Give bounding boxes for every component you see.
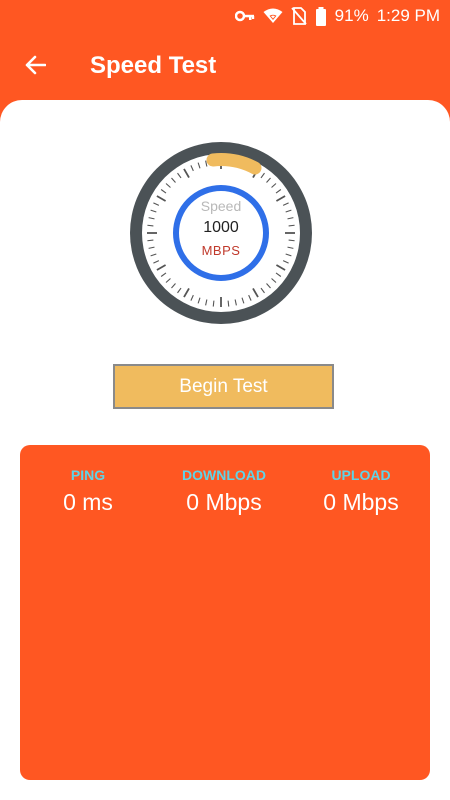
no-sim-icon <box>290 7 307 25</box>
speed-gauge-dial <box>130 142 312 324</box>
main-card: Speed 1000 MBPS Begin Test PING 0 ms DOW… <box>0 100 450 800</box>
gauge-tick <box>147 224 154 227</box>
download-value: 0 Mbps <box>186 489 262 515</box>
page-title: Speed Test <box>90 52 217 79</box>
results-panel: PING 0 ms DOWNLOAD 0 Mbps UPLOAD 0 Mbps <box>20 445 430 780</box>
arrow-back-icon <box>24 55 47 80</box>
begin-test-button[interactable]: Begin Test <box>113 364 334 409</box>
download-label: DOWNLOAD <box>182 467 266 483</box>
gauge-tick <box>212 300 215 307</box>
upload-metric: UPLOAD 0 Mbps <box>291 467 431 516</box>
gauge-ring <box>173 185 269 281</box>
app-bar: Speed Test <box>0 32 450 100</box>
status-icons: 91% 1:29 PM <box>234 5 440 27</box>
gauge-tick <box>288 224 295 227</box>
upload-value: 0 Mbps <box>323 489 399 515</box>
ping-label: PING <box>70 467 106 483</box>
upload-label: UPLOAD <box>331 467 391 483</box>
gauge-tick <box>147 239 154 242</box>
key-icon <box>234 9 255 23</box>
battery-percent: 91% <box>334 6 369 25</box>
clock-time: 1:29 PM <box>376 6 440 25</box>
gauge-tick <box>227 300 230 307</box>
ping-metric: PING 0 ms <box>18 467 158 516</box>
speed-gauge: Speed 1000 MBPS <box>123 135 319 331</box>
status-bar: 91% 1:29 PM <box>0 0 450 32</box>
wifi-icon <box>263 8 283 24</box>
download-metric: DOWNLOAD 0 Mbps <box>154 467 294 516</box>
back-button[interactable] <box>18 50 52 84</box>
battery-icon <box>315 6 327 26</box>
gauge-tick <box>288 239 295 242</box>
ping-value: 0 ms <box>63 489 113 515</box>
